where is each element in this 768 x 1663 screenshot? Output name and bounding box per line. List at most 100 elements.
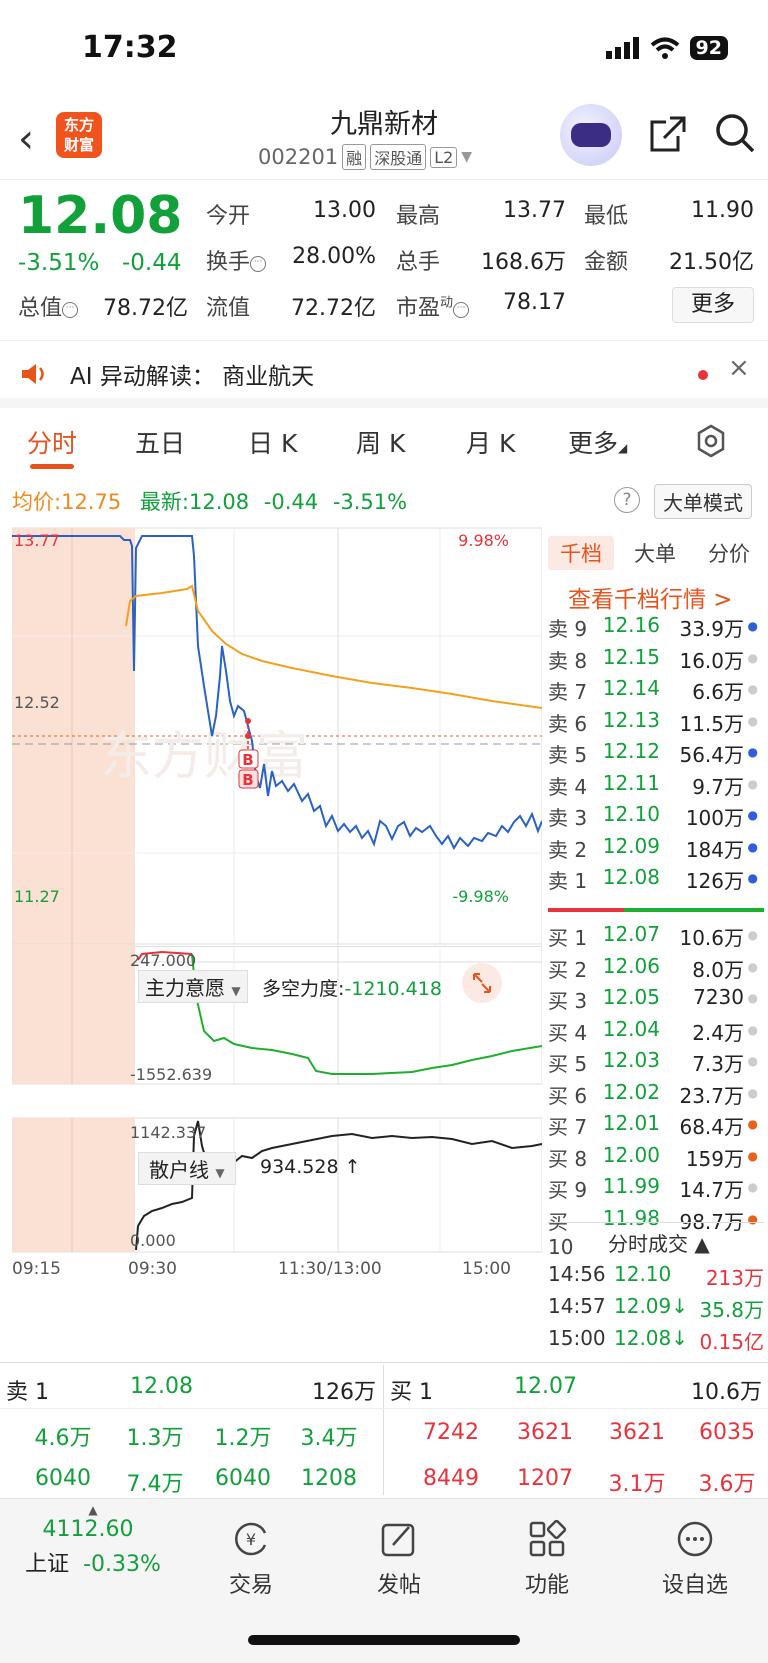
asks-row[interactable]: 卖 2 12.09 184万 ●: [548, 834, 764, 865]
asks-level-label: 卖 6: [548, 711, 588, 736]
indicator2-selector[interactable]: 散户线 ▼: [138, 1152, 236, 1185]
x-label-close: 15:00: [462, 1259, 511, 1279]
tab-5day[interactable]: 五日: [135, 424, 185, 460]
bids-row[interactable]: 买 6 12.02 23.7万 ●: [548, 1080, 764, 1111]
tab-level-book[interactable]: 千档: [548, 536, 614, 570]
index-ticker[interactable]: ▲ 4112.60 上证 -0.33%: [18, 1503, 168, 1578]
asks-level-label: 卖 3: [548, 806, 588, 830]
bids-price: 12.01: [602, 1111, 660, 1135]
ai-assistant-avatar[interactable]: [560, 104, 622, 166]
trade-price: 12.10: [614, 1262, 672, 1286]
bids-price: 11.99: [602, 1174, 660, 1198]
level-book-link[interactable]: 查看千档行情 >: [568, 580, 733, 614]
status-dot-icon: ●: [747, 1180, 758, 1194]
bottom-level-value: 3.1万: [608, 1472, 666, 1497]
indicator1-selector[interactable]: 主力意愿 ▼: [138, 970, 248, 1003]
asks-row[interactable]: 卖 5 12.12 56.4万 ●: [548, 739, 764, 770]
status-dot-icon: ●: [747, 808, 758, 822]
tab-more[interactable]: 更多◢: [568, 424, 627, 460]
settings-icon[interactable]: [694, 424, 728, 458]
asks-row[interactable]: 卖 9 12.16 33.9万 ●: [548, 613, 764, 644]
close-icon[interactable]: ×: [728, 353, 750, 383]
turnover-value: 28.00%: [292, 244, 376, 269]
stock-header: ‹ 东方 财富 九鼎新材 002201 融 深股通 L2 ▼: [0, 100, 768, 180]
stock-subtitle[interactable]: 002201 融 深股通 L2 ▼: [258, 144, 472, 170]
tab-intraday[interactable]: 分时: [27, 424, 77, 460]
asks-price: 12.12: [602, 739, 660, 763]
nav-post[interactable]: 发帖: [344, 1519, 454, 1599]
bids-level-label: 买 6: [548, 1083, 588, 1108]
volume-value: 168.6万: [481, 250, 566, 275]
tab-big-orders[interactable]: 大单: [634, 538, 676, 568]
asks-row[interactable]: 卖 8 12.15 16.0万 ●: [548, 645, 764, 676]
asks-row[interactable]: 卖 6 12.13 11.5万 ●: [548, 708, 764, 739]
nav-trade[interactable]: ¥ 交易: [196, 1519, 306, 1599]
status-dot-icon: ●: [747, 1211, 758, 1226]
bids-volume: 159万: [685, 1146, 744, 1171]
ai-insight-bar[interactable]: AI 异动解读： 商业航天 ×: [0, 340, 768, 408]
trade-volume: 0.15亿: [699, 1330, 764, 1354]
info-icon[interactable]: ···: [250, 256, 267, 272]
status-dot-icon: ●: [747, 1117, 758, 1131]
info-icon[interactable]: ···: [453, 302, 470, 318]
bids-row[interactable]: 买 9 11.99 14.7万 ●: [548, 1174, 764, 1205]
help-icon[interactable]: ?: [614, 487, 640, 513]
edit-icon: [381, 1523, 415, 1557]
tab-underline: [30, 464, 74, 469]
nav-add-watchlist[interactable]: 设自选: [640, 1519, 750, 1599]
bids-row[interactable]: 买 4 12.04 2.4万 ●: [548, 1017, 764, 1048]
asks-row[interactable]: 卖 3 12.10 100万 ●: [548, 802, 764, 833]
bids-level-label: 买 8: [548, 1146, 588, 1171]
asks-volume: 11.5万: [679, 711, 744, 736]
asks-price: 12.14: [602, 676, 660, 700]
asks-level-label: 卖 9: [548, 617, 588, 641]
bids-level-label: 买 1: [548, 926, 588, 950]
bids-price: 12.05: [602, 985, 660, 1009]
tab-daily[interactable]: 日 K: [248, 424, 297, 460]
search-icon[interactable]: [714, 112, 756, 154]
share-icon[interactable]: [648, 114, 688, 154]
bids-price: 12.00: [602, 1142, 660, 1167]
asks-row[interactable]: 卖 7 12.14 6.6万 ●: [548, 676, 764, 707]
bids-row[interactable]: 买 2 12.06 8.0万 ●: [548, 954, 764, 985]
tab-monthly[interactable]: 月 K: [466, 424, 515, 460]
open-value: 13.00: [313, 198, 376, 223]
bids-level-label: 买 3: [548, 989, 588, 1013]
info-icon[interactable]: ···: [62, 302, 79, 318]
asks-row[interactable]: 卖 4 12.11 9.7万 ●: [548, 771, 764, 802]
bids-volume: 7230: [693, 985, 744, 1009]
pct-bottom-label: -9.98%: [452, 887, 509, 906]
bids-row[interactable]: 买 8 12.00 159万 ●: [548, 1143, 764, 1174]
trades-title[interactable]: 分时成交 ▲: [608, 1228, 710, 1257]
ind1-top-label: 247.000: [130, 951, 196, 970]
asks-level-label: 卖 2: [548, 837, 588, 862]
grid-icon: [529, 1519, 567, 1557]
status-dot-icon: ●: [747, 839, 758, 854]
bids-row[interactable]: 买 5 12.03 7.3万 ●: [548, 1048, 764, 1079]
high-value: 13.77: [503, 198, 566, 223]
float-cap-value: 72.72亿: [291, 296, 376, 321]
trade-time: 14:56: [548, 1262, 606, 1286]
big-order-mode-button[interactable]: 大单模式: [654, 484, 752, 519]
asks-row[interactable]: 卖 1 12.08 126万 ●: [548, 865, 764, 896]
buy-marker: B: [242, 771, 253, 789]
bids-row[interactable]: 买 3 12.05 7230 ●: [548, 985, 764, 1016]
bids-level-label: 买 2: [548, 957, 588, 982]
high-label: 最高: [396, 204, 441, 229]
more-button[interactable]: 更多: [672, 287, 754, 323]
bids-row[interactable]: 买 1 12.07 10.6万 ●: [548, 922, 764, 953]
asks-volume: 126万: [685, 869, 744, 893]
bids-row[interactable]: 买 7 12.01 68.4万 ●: [548, 1111, 764, 1142]
asks-level-label: 卖 5: [548, 743, 588, 767]
nav-functions[interactable]: 功能: [492, 1519, 602, 1599]
status-dot-icon: ●: [747, 619, 758, 633]
tab-price-dist[interactable]: 分价: [708, 538, 750, 568]
bottom-buy1-vol: 10.6万: [691, 1380, 762, 1405]
bottom-buy1-price: 12.07: [514, 1374, 577, 1399]
bid-bar: [624, 908, 764, 912]
tab-weekly[interactable]: 周 K: [356, 424, 405, 460]
ask-bar: [548, 908, 624, 912]
battery-icon: 92: [689, 36, 728, 60]
intraday-chart[interactable]: 东方财富 B B 13.77 12.52 11.27 9.98% -9.98% …: [12, 526, 542, 1324]
bids-volume: 8.0万: [692, 957, 744, 982]
